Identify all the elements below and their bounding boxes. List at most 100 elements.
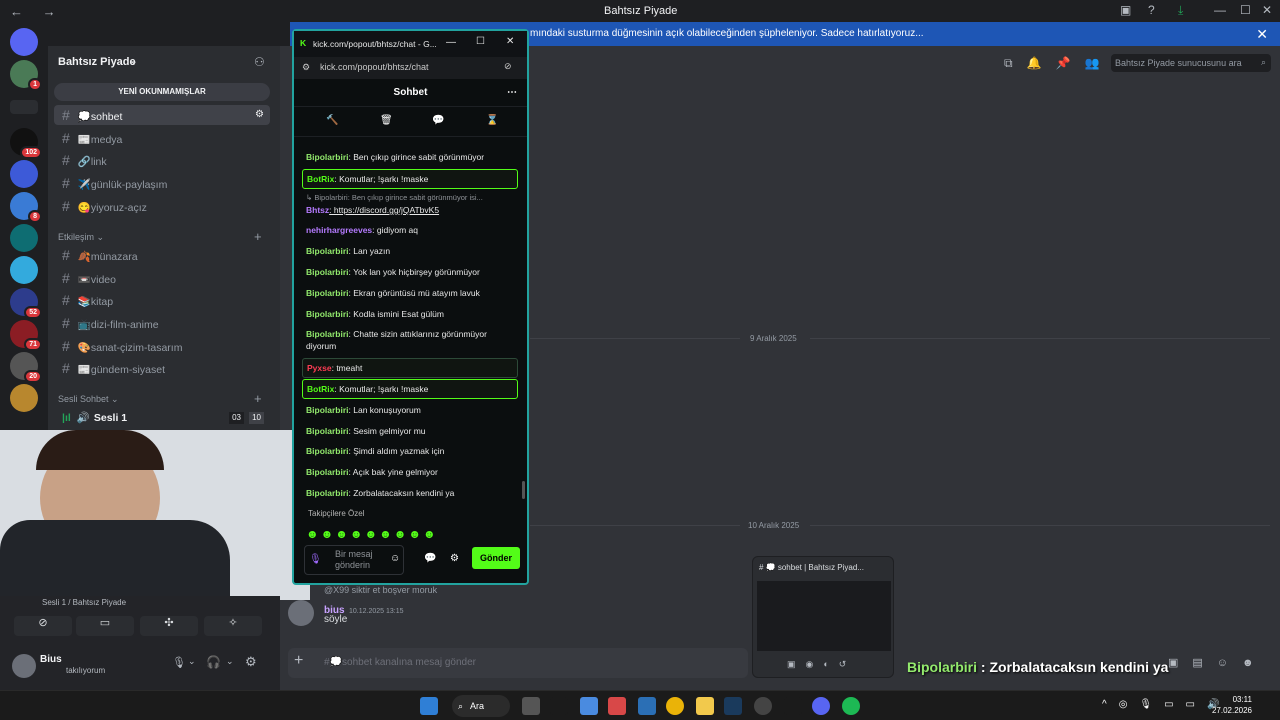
- chat-user[interactable]: BotRix: [307, 384, 334, 394]
- unread-button[interactable]: YENİ OKUNMAMIŞLAR: [54, 83, 270, 101]
- chat-user[interactable]: nehirhargreeves: [306, 225, 372, 235]
- avatar[interactable]: [288, 600, 314, 626]
- clock[interactable]: 03:11 27.02.2026: [1212, 694, 1252, 716]
- chat-input[interactable]: 🎙 Bir mesaj gönderin: [304, 545, 404, 575]
- close-icon[interactable]: ✕: [1262, 3, 1272, 17]
- members-icon[interactable]: 👥: [1084, 56, 1113, 70]
- screenshare-preview[interactable]: # 💭 sohbet | Bahtsız Piyad... ▣◉◐↺: [752, 556, 894, 678]
- app-icon[interactable]: [608, 697, 626, 715]
- app-icon[interactable]: [638, 697, 656, 715]
- taskbar-search[interactable]: ⌕ Ara: [452, 695, 510, 717]
- category-header[interactable]: Sesli Sohbet ⌄ +: [58, 391, 262, 406]
- chat-user[interactable]: Bipolarbiri: [306, 152, 349, 162]
- microphone-icon[interactable]: 🎙: [172, 656, 186, 669]
- chat-user[interactable]: Bipolarbiri: [306, 426, 349, 436]
- site-info-icon[interactable]: ⚙: [302, 62, 310, 73]
- chat-user[interactable]: Bipolarbiri: [306, 288, 349, 298]
- chat-user[interactable]: Bipolarbiri: [306, 267, 349, 277]
- hammer-icon[interactable]: 🔨: [326, 115, 338, 126]
- minimize-icon[interactable]: —: [446, 37, 456, 48]
- chat-user[interactable]: Bhtsz: [306, 205, 329, 215]
- add-attachment-icon[interactable]: +: [294, 652, 303, 670]
- hourglass-icon[interactable]: ⌛: [486, 115, 498, 126]
- folder-icon[interactable]: [696, 697, 714, 715]
- server-icon[interactable]: 1: [10, 60, 42, 91]
- emoji-icon[interactable]: ☺: [390, 553, 400, 564]
- more-icon[interactable]: ⋯: [507, 79, 517, 107]
- chat-bubble-icon[interactable]: 💬: [432, 115, 444, 126]
- avatar[interactable]: [12, 654, 36, 678]
- channel-item[interactable]: # 📚kitap: [54, 290, 270, 310]
- app-icon[interactable]: [550, 697, 568, 715]
- channel-item[interactable]: # 📼video: [54, 268, 270, 288]
- chat-bubble-icon[interactable]: 💬: [424, 553, 436, 564]
- chat-user[interactable]: Bipolarbiri: [306, 309, 349, 319]
- steam-icon[interactable]: [724, 697, 742, 715]
- message-composer[interactable]: + #💭sohbet kanalına mesaj gönder: [288, 648, 748, 678]
- chevron-down-icon[interactable]: ⌄: [188, 656, 196, 667]
- app-icon[interactable]: [754, 697, 772, 715]
- kick-icon[interactable]: [784, 697, 802, 715]
- server-icon[interactable]: 8: [10, 192, 42, 223]
- channel-item[interactable]: # 📰gündem-siyaset: [54, 358, 270, 378]
- reply-preview[interactable]: @X99 siktir et boşver moruk: [324, 585, 437, 595]
- maximize-icon[interactable]: ☐: [1240, 3, 1251, 17]
- download-icon[interactable]: ⤓: [1178, 3, 1183, 18]
- settings-icon[interactable]: ⚙: [255, 105, 264, 125]
- headphones-icon[interactable]: 🎧: [206, 655, 221, 669]
- bell-icon[interactable]: 🔔: [1027, 56, 1056, 70]
- add-member-icon[interactable]: ⚇: [254, 55, 265, 69]
- store-icon[interactable]: [580, 697, 598, 715]
- chat-user[interactable]: BotRix: [307, 174, 334, 184]
- soundboard-icon[interactable]: ✧: [204, 616, 262, 636]
- category-header[interactable]: Etkileşim ⌄ +: [58, 229, 262, 244]
- chrome-icon[interactable]: [666, 697, 684, 715]
- chevron-down-icon[interactable]: ⌄: [226, 656, 234, 667]
- composer-icons[interactable]: ▣▤☺☻: [1168, 656, 1268, 669]
- chat-user[interactable]: Bipolarbiri: [306, 246, 349, 256]
- spotify-icon[interactable]: [842, 697, 860, 715]
- minimize-icon[interactable]: —: [1214, 3, 1226, 17]
- add-channel-icon[interactable]: +: [254, 391, 262, 406]
- channel-item[interactable]: # 😋yiyoruz-açız: [54, 196, 270, 216]
- server-icon[interactable]: 20: [10, 352, 42, 383]
- pin-icon[interactable]: 📌: [1056, 56, 1085, 70]
- chat-user[interactable]: Pyxse: [307, 363, 332, 373]
- server-icon[interactable]: [10, 160, 38, 188]
- server-name[interactable]: Bahtsız Piyade: [58, 56, 136, 68]
- maximize-icon[interactable]: ☐: [476, 36, 485, 47]
- emote-row[interactable]: ☻☻☻☻☻☻☻☻☻: [306, 527, 438, 541]
- server-icon[interactable]: [10, 224, 38, 252]
- add-channel-icon[interactable]: +: [254, 229, 262, 244]
- scrollbar[interactable]: [522, 481, 525, 499]
- discord-home-icon[interactable]: [10, 28, 38, 56]
- activities-icon[interactable]: ✣: [140, 616, 198, 636]
- chat-user[interactable]: Bipolarbiri: [306, 329, 349, 339]
- server-icon[interactable]: 71: [10, 320, 42, 351]
- chat-user[interactable]: Bipolarbiri: [306, 446, 349, 456]
- send-button[interactable]: Gönder: [472, 547, 520, 569]
- settings-icon[interactable]: ⚙: [245, 654, 257, 670]
- task-view-icon[interactable]: [522, 697, 540, 715]
- discord-icon[interactable]: [812, 697, 830, 715]
- chat-user[interactable]: Bipolarbiri: [306, 488, 349, 498]
- preview-controls[interactable]: ▣◉◐↺: [787, 659, 856, 670]
- server-icon[interactable]: 102: [10, 128, 42, 159]
- search-input[interactable]: Bahtsız Piyade sunucusunu ara ⌕: [1111, 54, 1271, 72]
- chat-user[interactable]: Bipolarbiri: [306, 405, 349, 415]
- screen-share-icon[interactable]: ▭: [76, 616, 134, 636]
- server-icon[interactable]: [10, 384, 38, 412]
- channel-item[interactable]: # 📺dizi-film-anime: [54, 313, 270, 333]
- server-icon[interactable]: 52: [10, 288, 42, 319]
- nav-arrows[interactable]: ← →: [10, 4, 64, 19]
- help-icon[interactable]: ?: [1148, 3, 1155, 17]
- trash-icon[interactable]: 🗑: [380, 115, 393, 126]
- channel-item[interactable]: # ✈️günlük-paylaşım: [54, 173, 270, 193]
- camera-off-icon[interactable]: ⊘: [14, 616, 72, 636]
- settings-icon[interactable]: ⚙: [450, 553, 459, 564]
- popout-url-bar[interactable]: ⚙ kick.com/popout/bhtsz/chat ⊘: [294, 57, 527, 79]
- eye-off-icon[interactable]: ⊘: [504, 61, 512, 72]
- screen-icon[interactable]: ▣: [1120, 3, 1131, 17]
- notice-close-icon[interactable]: ✕: [1256, 26, 1268, 43]
- chat-user[interactable]: Bipolarbiri: [306, 467, 349, 477]
